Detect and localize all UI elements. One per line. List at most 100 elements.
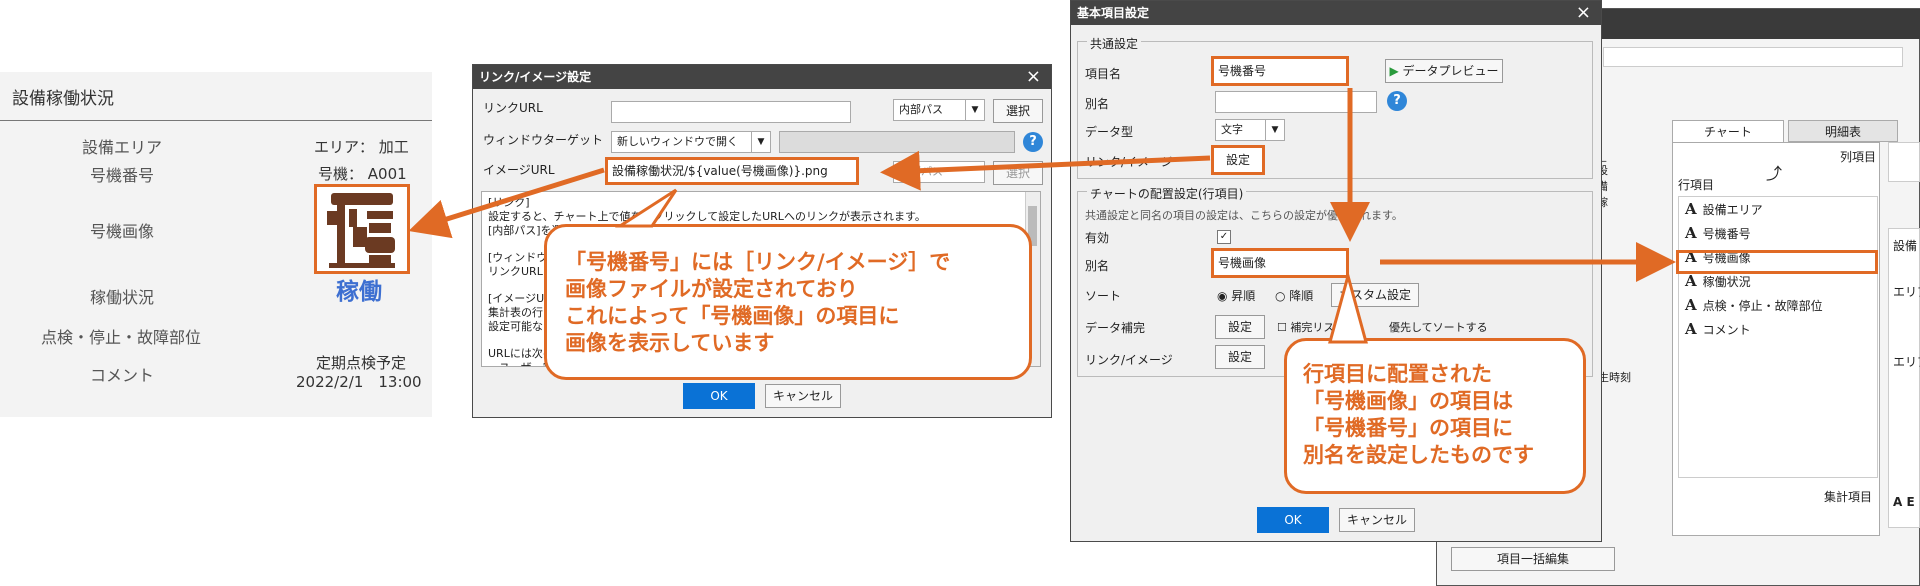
alias-input[interactable] — [1215, 91, 1377, 113]
image-url-input[interactable]: 設備稼働状況/${value(号機画像)}.png — [605, 157, 859, 185]
window-target-input — [779, 131, 1015, 153]
right-partial-2: エリア — [1893, 285, 1920, 299]
select-button[interactable]: 選択 — [993, 99, 1043, 123]
dialog-title: リンク/イメージ設定 — [473, 65, 1051, 89]
callout-right: 行項目に配置された 「号機画像」の項目は 「号機番号」の項目に 別名を設定したも… — [1284, 338, 1586, 494]
custom-sort-button[interactable]: カスタム設定 — [1331, 283, 1419, 307]
row-item[interactable]: A 号機番号 — [1679, 221, 1877, 245]
window-target-select[interactable]: 新しいウィンドウで開く ▼ — [611, 131, 771, 153]
tab-detail[interactable]: 明細表 — [1788, 120, 1898, 142]
sort-label: ソート — [1085, 289, 1122, 303]
callout-left-line1: 「号機番号」には［リンク/イメージ］で — [565, 250, 951, 274]
sort-desc-label: 降順 — [1289, 289, 1314, 303]
text-type-icon: A — [1685, 272, 1697, 290]
text-type-icon: A — [1685, 296, 1697, 314]
right-preview: 設備 エリア エリア A E — [1888, 228, 1920, 528]
row-item[interactable]: A 設備エリア — [1679, 197, 1877, 221]
right-partial-4: A E — [1893, 495, 1915, 509]
designer-name-input[interactable] — [1603, 47, 1903, 67]
label-comment: コメント — [90, 366, 155, 385]
label-inspection: 点検・停止・故障部位 — [41, 328, 202, 347]
chevron-down-icon: ▼ — [751, 132, 770, 152]
window-target-value: 新しいウィンドウで開く — [617, 135, 738, 148]
link-image-button[interactable]: 設定 — [1211, 145, 1265, 175]
help-line: 設定すると、チャート上で値を右クリックして設定したURLへのリンクが表示されます… — [488, 210, 926, 223]
help-line: [リンク] — [488, 196, 530, 209]
help-icon[interactable]: ? — [1387, 91, 1407, 111]
close-icon[interactable]: × — [1576, 1, 1591, 25]
machine-icon — [327, 193, 395, 268]
status-value: 稼働 — [336, 279, 382, 305]
label-machine-no: 号機番号 — [90, 166, 155, 185]
label-operation: 稼働状況 — [90, 288, 155, 307]
row-item-label: 点検・停止・故障部位 — [1702, 299, 1823, 313]
row-item-label: 設備エリア — [1702, 203, 1763, 217]
text-type-icon: A — [1685, 320, 1697, 338]
cancel-button[interactable]: キャンセル — [1339, 508, 1415, 532]
callout-right-line2: 「号機画像」の項目は — [1303, 389, 1513, 413]
agg-items-label: 集計項目 — [1824, 490, 1873, 504]
enabled-checkbox[interactable]: ✓ — [1217, 230, 1231, 244]
common-group-title: 共通設定 — [1087, 35, 1142, 52]
complement-checkbox[interactable]: ☐ 補完リスト — [1277, 319, 1345, 335]
complement-note: 優先してソートする — [1389, 321, 1488, 334]
data-type-select[interactable]: 文字 ▼ — [1215, 119, 1285, 141]
callout-right-line1: 行項目に配置された — [1303, 362, 1492, 386]
sort-asc-label: 昇順 — [1231, 289, 1256, 303]
swap-icon[interactable]: ⤴ — [1766, 160, 1782, 184]
enabled-label: 有効 — [1085, 231, 1110, 245]
item-name-input[interactable]: 号機番号 — [1211, 56, 1349, 86]
path-type-select[interactable]: 内部パス ▼ — [893, 99, 985, 121]
window-target-label: ウィンドウターゲット — [483, 133, 604, 147]
dialog-title: 基本項目設定 — [1071, 1, 1601, 25]
bulk-edit-button[interactable]: 項目一括編集 — [1451, 547, 1615, 571]
sort-desc-radio[interactable]: ○ 降順 — [1275, 287, 1313, 304]
callout-left: 「号機番号」には［リンク/イメージ］で 画像ファイルが設定されており これによっ… — [544, 224, 1032, 380]
tab-chart[interactable]: チャート — [1672, 120, 1784, 142]
data-type-value: 文字 — [1221, 123, 1243, 136]
text-type-icon: A — [1685, 200, 1697, 218]
value-area: エリア： 加工 — [314, 138, 409, 156]
link-url-label: リンクURL — [483, 101, 543, 115]
col-items-box — [1888, 142, 1920, 182]
callout-left-line3: これによって「号機画像」の項目に — [565, 304, 900, 328]
col-items-label: 列項目 — [1840, 150, 1877, 164]
row-item[interactable]: A コメント — [1679, 317, 1877, 341]
data-preview-button[interactable]: ▶ データプレビュー — [1385, 59, 1503, 83]
alias2-label: 別名 — [1085, 259, 1110, 273]
row-items-label: 行項目 — [1678, 178, 1715, 192]
help-icon[interactable]: ? — [1023, 132, 1043, 152]
path-type-select-2[interactable]: 内部パス — [893, 161, 985, 183]
complement-check-label: 補完リスト — [1290, 321, 1346, 334]
complement-button[interactable]: 設定 — [1215, 315, 1265, 339]
comment-line2: 2022/2/1 13:00 — [296, 373, 422, 391]
link-image-label: リンク/イメージ — [1085, 155, 1173, 169]
chart-group-title: チャートの配置設定(行項目) — [1087, 185, 1247, 202]
data-type-label: データ型 — [1085, 125, 1134, 139]
select-button-2[interactable]: 選択 — [993, 161, 1043, 185]
machine-image — [314, 184, 410, 274]
close-icon[interactable]: × — [1026, 65, 1041, 89]
ok-button[interactable]: OK — [1257, 507, 1329, 533]
chevron-down-icon: ▼ — [1265, 120, 1284, 140]
link-url-input[interactable] — [611, 101, 851, 123]
complement-label: データ補完 — [1085, 321, 1146, 335]
value-machine-no[interactable]: 号機： A001 — [318, 163, 407, 184]
ok-button[interactable]: OK — [683, 383, 755, 409]
link-image2-button[interactable]: 設定 — [1215, 345, 1265, 369]
divider — [0, 120, 432, 121]
row-item-label: 稼働状況 — [1702, 275, 1751, 289]
callout-right-line3: 「号機番号」の項目に — [1303, 416, 1513, 440]
label-area: 設備エリア — [82, 138, 163, 157]
row-item[interactable]: A 点検・停止・故障部位 — [1679, 293, 1877, 317]
alias2-input[interactable]: 号機画像 — [1211, 248, 1349, 278]
callout-right-line4: 別名を設定したものです — [1303, 443, 1534, 467]
row-item-highlight — [1676, 250, 1878, 274]
row-items-list: A 設備エリア A 号機番号 A 号機画像 A 稼働状況 A 点検・停止・故障部位 A コメント — [1678, 196, 1878, 478]
data-preview-label: データプレビュー — [1402, 64, 1499, 78]
link-image2-label: リンク/イメージ — [1085, 353, 1173, 367]
cancel-button[interactable]: キャンセル — [765, 384, 841, 408]
sort-asc-radio[interactable]: ◉ 昇順 — [1217, 287, 1255, 304]
chart-group-note: 共通設定と同名の項目の設定は、こちらの設定が優先されます。 — [1085, 209, 1403, 222]
row-item-label: コメント — [1702, 323, 1751, 337]
